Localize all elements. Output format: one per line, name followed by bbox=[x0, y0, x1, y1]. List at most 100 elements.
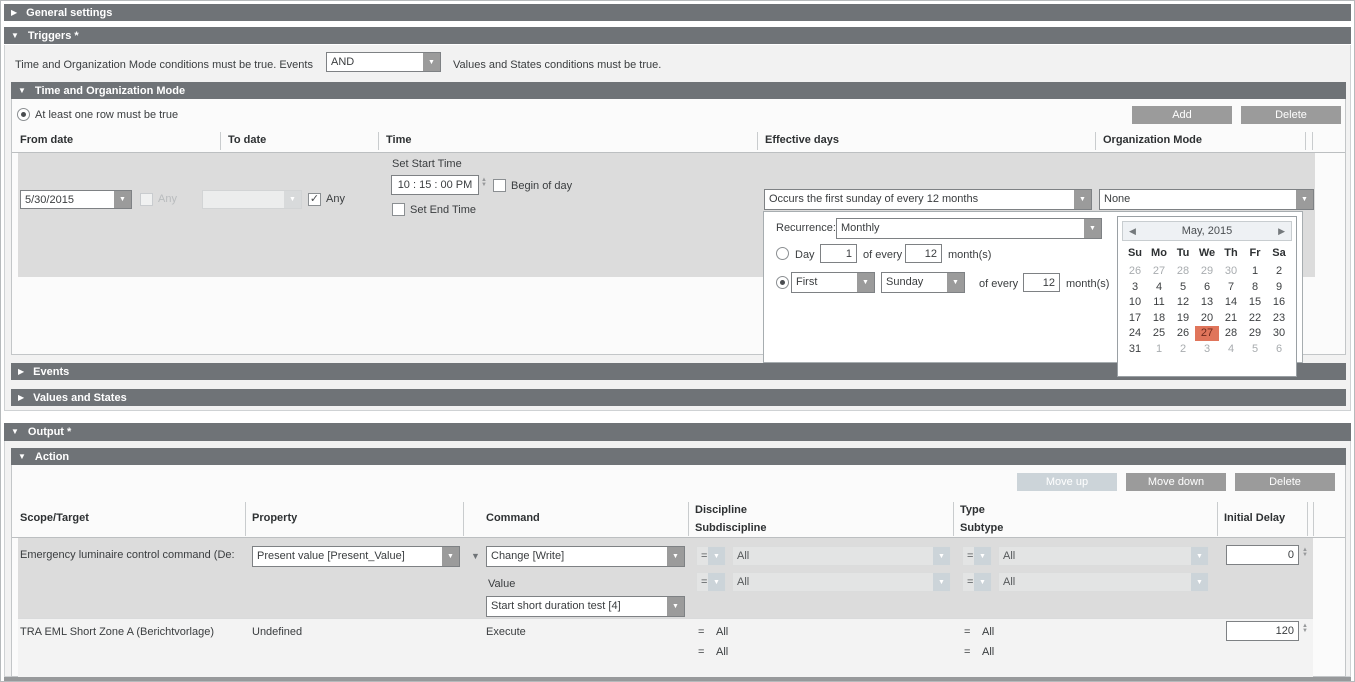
calendar-title[interactable]: May, 2015 bbox=[1182, 225, 1233, 237]
dropdown-arrow-icon[interactable]: ▼ bbox=[708, 547, 725, 565]
command-value-dropdown[interactable]: Start short duration test [4] ▼ bbox=[486, 596, 685, 617]
ordinal-weekday-radio[interactable] bbox=[776, 276, 789, 289]
begin-of-day-checkbox[interactable] bbox=[493, 179, 506, 192]
day-of-month-radio[interactable] bbox=[776, 247, 789, 260]
delete-button[interactable]: Delete bbox=[1241, 106, 1341, 124]
calendar-day[interactable]: 19 bbox=[1171, 311, 1195, 326]
calendar-day[interactable]: 28 bbox=[1219, 326, 1243, 341]
calendar-day[interactable]: 24 bbox=[1123, 326, 1147, 341]
calendar-day[interactable]: 23 bbox=[1267, 311, 1291, 326]
section-header-output[interactable]: ▼ Output * bbox=[4, 423, 1351, 441]
start-time-spinner[interactable]: ▲ ▼ bbox=[481, 178, 487, 188]
calendar-day[interactable]: 26 bbox=[1171, 326, 1195, 341]
calendar-day[interactable]: 27 bbox=[1147, 264, 1171, 279]
dropdown-arrow-icon[interactable]: ▼ bbox=[947, 273, 964, 292]
section-header-time-org-mode[interactable]: ▼ Time and Organization Mode bbox=[11, 82, 1346, 99]
initial-delay-input[interactable]: 0 bbox=[1226, 545, 1299, 565]
dropdown-arrow-icon[interactable]: ▼ bbox=[933, 547, 950, 565]
weekday-dropdown[interactable]: Sunday ▼ bbox=[881, 272, 965, 293]
subtype-dropdown[interactable]: All ▼ bbox=[998, 572, 1209, 592]
subtype-operator-dropdown[interactable]: = ▼ bbox=[962, 572, 992, 592]
calendar-day[interactable]: 16 bbox=[1267, 295, 1291, 310]
calendar-day[interactable]: 14 bbox=[1219, 295, 1243, 310]
subdiscipline-operator-dropdown[interactable]: = ▼ bbox=[696, 572, 726, 592]
calendar-day[interactable]: 3 bbox=[1195, 342, 1219, 357]
dropdown-arrow-icon[interactable]: ▼ bbox=[1296, 190, 1313, 209]
section-header-values-states[interactable]: ▶ Values and States bbox=[11, 389, 1346, 406]
organization-mode-dropdown[interactable]: None ▼ bbox=[1099, 189, 1314, 210]
at-least-one-row-radio[interactable] bbox=[17, 108, 30, 121]
calendar-day[interactable]: 5 bbox=[1171, 280, 1195, 295]
command-dropdown[interactable]: Change [Write] ▼ bbox=[486, 546, 685, 567]
calendar-day[interactable]: 20 bbox=[1195, 311, 1219, 326]
months-input[interactable]: 12 bbox=[905, 244, 942, 263]
calendar-day[interactable]: 17 bbox=[1123, 311, 1147, 326]
calendar-day[interactable]: 1 bbox=[1243, 264, 1267, 279]
type-dropdown[interactable]: All ▼ bbox=[998, 546, 1209, 566]
calendar-day[interactable]: 12 bbox=[1171, 295, 1195, 310]
calendar-day[interactable]: 31 bbox=[1123, 342, 1147, 357]
months-input[interactable]: 12 bbox=[1023, 273, 1060, 292]
subdiscipline-dropdown[interactable]: All ▼ bbox=[732, 572, 951, 592]
move-down-button[interactable]: Move down bbox=[1126, 473, 1226, 491]
dropdown-arrow-icon[interactable]: ▼ bbox=[114, 191, 131, 208]
recurrence-dropdown[interactable]: Monthly ▼ bbox=[836, 218, 1102, 239]
effective-days-dropdown[interactable]: Occurs the first sunday of every 12 mont… bbox=[764, 189, 1092, 210]
set-end-time-checkbox[interactable] bbox=[392, 203, 405, 216]
dropdown-arrow-icon[interactable]: ▼ bbox=[423, 53, 440, 71]
calendar-day[interactable]: 11 bbox=[1147, 295, 1171, 310]
to-any-checkbox[interactable]: ✓ bbox=[308, 193, 321, 206]
discipline-operator-dropdown[interactable]: = ▼ bbox=[696, 546, 726, 566]
discipline-dropdown[interactable]: All ▼ bbox=[732, 546, 951, 566]
from-any-checkbox[interactable] bbox=[140, 193, 153, 206]
dropdown-arrow-icon[interactable]: ▼ bbox=[974, 547, 991, 565]
start-time-input[interactable]: 10 : 15 : 00 PM bbox=[391, 175, 479, 195]
command-expander-icon[interactable]: ▼ bbox=[471, 551, 480, 561]
dropdown-arrow-icon[interactable]: ▼ bbox=[974, 573, 991, 591]
section-header-action[interactable]: ▼ Action bbox=[11, 448, 1346, 465]
calendar-day[interactable]: 27 bbox=[1195, 326, 1219, 341]
dropdown-arrow-icon[interactable]: ▼ bbox=[857, 273, 874, 292]
spinner-down-icon[interactable]: ▼ bbox=[481, 183, 487, 188]
initial-delay-spinner[interactable]: ▲ ▼ bbox=[1302, 548, 1308, 558]
spinner-down-icon[interactable]: ▼ bbox=[1302, 629, 1308, 634]
dropdown-arrow-icon[interactable]: ▼ bbox=[667, 597, 684, 616]
day-number-input[interactable]: 1 bbox=[820, 244, 857, 263]
type-operator-dropdown[interactable]: = ▼ bbox=[962, 546, 992, 566]
dropdown-arrow-icon[interactable]: ▼ bbox=[1074, 190, 1091, 209]
move-up-button[interactable]: Move up bbox=[1017, 473, 1117, 491]
calendar-day[interactable]: 22 bbox=[1243, 311, 1267, 326]
calendar-day[interactable]: 18 bbox=[1147, 311, 1171, 326]
calendar-day[interactable]: 15 bbox=[1243, 295, 1267, 310]
calendar-day[interactable]: 8 bbox=[1243, 280, 1267, 295]
calendar-day[interactable]: 3 bbox=[1123, 280, 1147, 295]
calendar-day[interactable]: 4 bbox=[1219, 342, 1243, 357]
calendar-day[interactable]: 6 bbox=[1195, 280, 1219, 295]
calendar-next-icon[interactable]: ▶ bbox=[1278, 226, 1285, 237]
calendar-day[interactable]: 30 bbox=[1219, 264, 1243, 279]
events-operator-dropdown[interactable]: AND ▼ bbox=[326, 52, 441, 72]
calendar-day[interactable]: 10 bbox=[1123, 295, 1147, 310]
section-header-general-settings[interactable]: ▶ General settings bbox=[4, 4, 1351, 21]
calendar-day[interactable]: 26 bbox=[1123, 264, 1147, 279]
dropdown-arrow-icon[interactable]: ▼ bbox=[667, 547, 684, 566]
dropdown-arrow-icon[interactable]: ▼ bbox=[1191, 547, 1208, 565]
to-date-dropdown[interactable]: ▼ bbox=[202, 190, 302, 209]
from-date-dropdown[interactable]: 5/30/2015 ▼ bbox=[20, 190, 132, 209]
calendar-day[interactable]: 2 bbox=[1267, 264, 1291, 279]
dropdown-arrow-icon[interactable]: ▼ bbox=[284, 191, 301, 208]
calendar-day[interactable]: 9 bbox=[1267, 280, 1291, 295]
dropdown-arrow-icon[interactable]: ▼ bbox=[442, 547, 459, 566]
calendar-day[interactable]: 6 bbox=[1267, 342, 1291, 357]
calendar-day[interactable]: 5 bbox=[1243, 342, 1267, 357]
dropdown-arrow-icon[interactable]: ▼ bbox=[1084, 219, 1101, 238]
spinner-down-icon[interactable]: ▼ bbox=[1302, 553, 1308, 558]
calendar-prev-icon[interactable]: ◀ bbox=[1129, 226, 1136, 237]
calendar-day[interactable]: 7 bbox=[1219, 280, 1243, 295]
delete-action-button[interactable]: Delete bbox=[1235, 473, 1335, 491]
property-dropdown[interactable]: Present value [Present_Value] ▼ bbox=[252, 546, 460, 567]
calendar-day[interactable]: 2 bbox=[1171, 342, 1195, 357]
calendar-day[interactable]: 13 bbox=[1195, 295, 1219, 310]
add-button[interactable]: Add bbox=[1132, 106, 1232, 124]
calendar-day[interactable]: 25 bbox=[1147, 326, 1171, 341]
